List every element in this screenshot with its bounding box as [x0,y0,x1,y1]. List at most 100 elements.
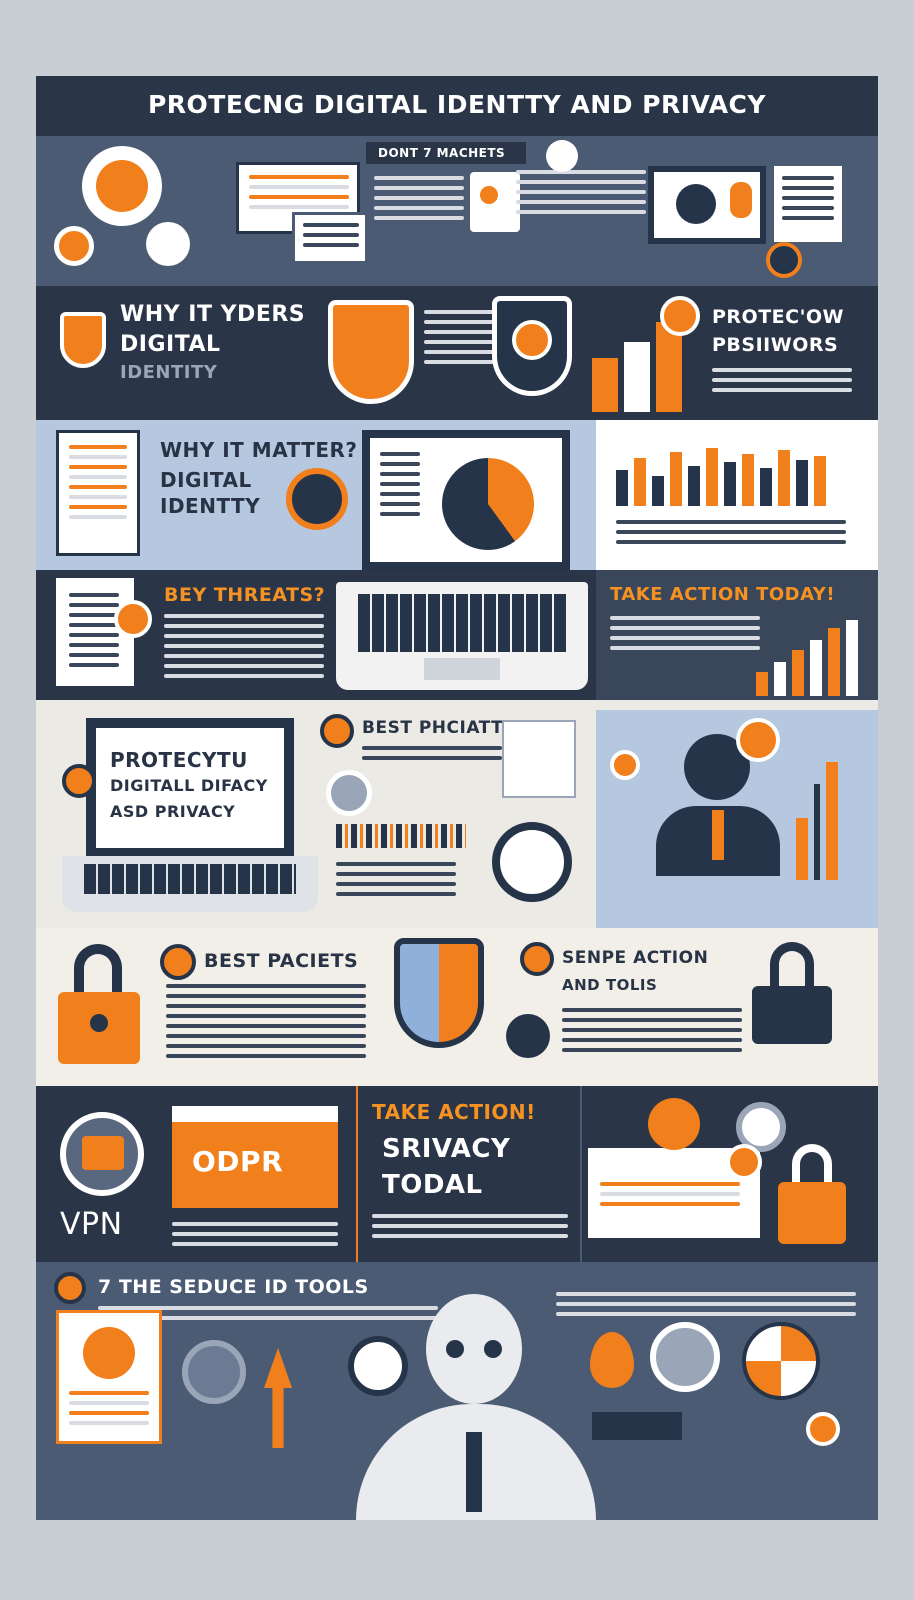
title-bar: PROTECNG DIGITAL IDENTTY AND PRIVACY [36,76,878,136]
threats-band: BEY THREATS? TAKE ACTION TODAY! [36,570,878,700]
laptop-keyboard [336,582,588,690]
threats-heading: BEY THREATS? [164,584,326,606]
warning-badge-icon [726,1144,762,1180]
best-practices-left: BEST PACIETS [204,950,359,972]
shield-icon [60,312,106,368]
keyboard-keys-large [84,864,296,894]
gdpr-label: ODPR [192,1145,284,1178]
radar-icon [182,1340,246,1404]
globe-grey-icon [650,1322,720,1392]
person-panel [596,710,878,928]
tie-icon [712,810,724,860]
trackpad [424,658,500,680]
warning-document-icon [56,1310,162,1444]
settings-gear-icon [286,468,348,530]
keyboard-keys [358,594,566,652]
line-chart-card [502,720,576,798]
lock-badge-icon [736,718,780,762]
padlock-shackle-right [770,942,814,990]
large-shield-icon [328,300,414,404]
dot-icon [480,186,498,204]
label-box [592,1412,682,1440]
key-badge-icon [610,750,640,780]
key-icon [730,182,752,218]
coin-icon [54,226,94,266]
laptop-text-2: DIGITALL DIFACY [110,776,268,795]
eye-icon [546,140,578,172]
tag-label: DONT 7 MACHETS [378,146,506,160]
practice-icon [320,714,354,748]
gdpr-card: ODPR [172,1106,338,1208]
protect-heading-1: PROTEC'OW [712,306,845,328]
alert-icon [114,600,152,638]
secure-action-band: BEST PACIETS SENPE ACTION AND TOLIS [36,928,878,1086]
person-eye-left [446,1340,464,1358]
shield-badge-icon [766,242,802,278]
badge-icon [660,296,700,336]
tools-heading: 7 THE SEDUCE ID TOOLS [98,1276,369,1298]
vpn-label: VPN [60,1207,123,1242]
form-card [774,166,842,242]
person-eye-right [484,1340,502,1358]
webcam-icon [676,184,716,224]
settings-circle-icon [648,1098,700,1150]
why-it-matter-band: WHY IT MATTER? DIGITAL IDENTTY [36,420,878,570]
digital-label: DIGITAL [160,468,252,492]
globe-icon [742,1322,820,1400]
target-icon [348,1336,408,1396]
person-head-large [426,1294,522,1404]
laptop-screen [362,430,570,570]
padlock-right-icon [752,986,832,1044]
action-icon [520,942,554,976]
clock-icon [492,822,572,902]
tag-box: DONT 7 MACHETS [366,142,526,164]
gear-center-icon [96,160,148,212]
why-heading-2: DIGITAL [120,332,221,357]
tools-icon [54,1272,86,1304]
arrow-up-icon [264,1348,292,1448]
chart-card [470,172,520,232]
laptop-keyboard-large [62,856,318,912]
and-tools-label: AND TOLIS [562,976,658,994]
laptop-text-3: ASD PRIVACY [110,802,236,821]
why-matter-heading: WHY IT MATTER? [160,438,358,462]
tools-band: 7 THE SEDUCE ID TOOLS [36,1262,878,1520]
take-action-card: TAKE ACTION! SRIVACY TODAL [356,1086,582,1262]
page-title: PROTECNG DIGITAL IDENTTY AND PRIVACY [147,90,766,119]
take-action-panel: TAKE ACTION TODAY! [596,570,878,700]
lock-circle-icon [512,320,552,360]
person-tie [466,1432,482,1512]
srivacy-label: SRIVACY [382,1134,511,1164]
best-practices-band: PROTECYTU DIGITALL DIFACY ASD PRIVACY BE… [36,700,878,928]
keyhole-icon [90,1014,108,1032]
network-icon [506,1014,550,1058]
laptop-text-1: PROTECYTU [110,748,248,772]
best-practices-heading: BEST PHCIATTS [362,718,516,738]
vpn-padlock-icon [82,1136,124,1170]
barcode [336,824,466,848]
padlock-orange-icon [778,1182,846,1244]
settings-small-icon [806,1412,840,1446]
toggle-icon [146,222,190,266]
identity-label: IDENTTY [160,494,261,518]
take-action-heading: TAKE ACTION TODAY! [610,584,836,605]
protect-heading-2: PBSIIWORS [712,334,839,356]
bar-chart-card [596,420,878,570]
secure-action-heading: SENPE ACTION [562,948,709,968]
split-shield-icon [394,938,484,1048]
today-label: TODAL [382,1170,483,1200]
why-heading-3: IDENTITY [120,362,218,383]
best-icon [160,944,196,980]
pie-chart [442,458,534,550]
clipboard-icon [56,430,140,556]
take-action-label: TAKE ACTION! [372,1100,536,1124]
vpn-band: VPN ODPR TAKE ACTION! SRIVACY TODAL [36,1086,878,1262]
why-matters-band: WHY IT YDERS DIGITAL IDENTITY PROTEC'OW … [36,286,878,420]
search-badge-icon [62,764,96,798]
why-heading-1: WHY IT YDERS [120,302,306,327]
infographic-poster: PROTECNG DIGITAL IDENTTY AND PRIVACY DON… [36,76,878,1520]
drop-icon [590,1332,634,1388]
icon-strip: DONT 7 MACHETS [36,136,878,286]
search-icon [326,770,372,816]
blocked-icon [83,1327,135,1379]
